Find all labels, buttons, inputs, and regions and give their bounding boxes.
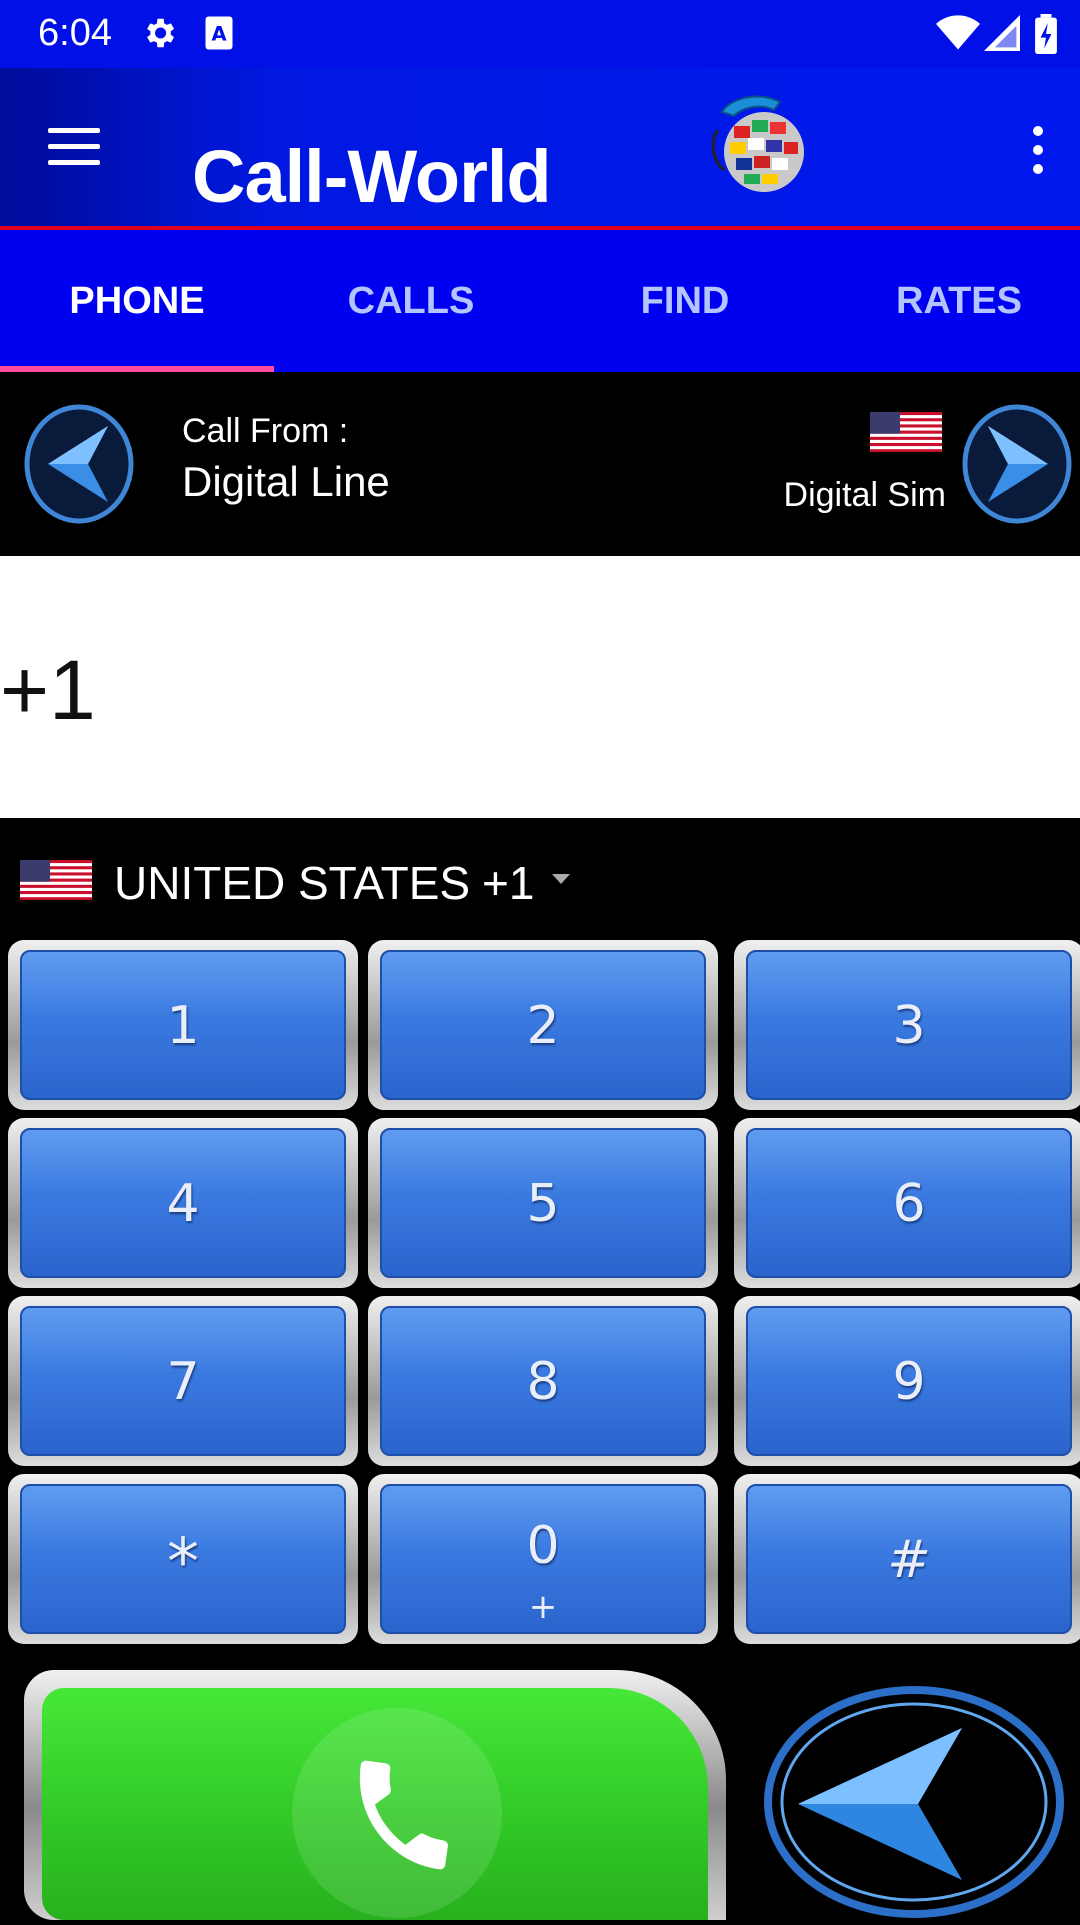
- key-label: 6: [892, 1174, 926, 1234]
- sim-label: Digital Sim: [783, 476, 946, 514]
- key-star[interactable]: *: [8, 1474, 358, 1644]
- key-label: 7: [166, 1352, 200, 1412]
- key-label: 2: [526, 996, 560, 1056]
- key-label: 3: [892, 996, 926, 1056]
- us-flag-icon: [870, 412, 942, 452]
- arrow-left-icon: [24, 404, 134, 524]
- key-hash[interactable]: #: [734, 1474, 1080, 1644]
- status-time: 6:04: [38, 12, 112, 54]
- arrow-right-icon: [962, 404, 1072, 524]
- battery-charging-icon: [1034, 14, 1058, 59]
- key-label: 4: [166, 1174, 200, 1234]
- next-line-button[interactable]: [960, 402, 1074, 526]
- key-1[interactable]: 1: [8, 940, 358, 1110]
- app-title: Call-World: [192, 135, 552, 218]
- backspace-button[interactable]: [762, 1684, 1066, 1920]
- tab-rates[interactable]: RATES: [822, 230, 1080, 372]
- key-label: *: [167, 1526, 199, 1600]
- country-selector[interactable]: UNITED STATES +1: [0, 818, 1080, 942]
- tab-phone[interactable]: PHONE: [0, 230, 274, 372]
- key-5[interactable]: 5: [368, 1118, 718, 1288]
- us-flag-icon: [20, 860, 92, 900]
- status-bar: 6:04 A: [0, 0, 1080, 68]
- country-code: +1: [482, 857, 535, 909]
- key-9[interactable]: 9: [734, 1296, 1080, 1466]
- key-label: 8: [526, 1352, 560, 1412]
- tab-find[interactable]: FIND: [548, 230, 822, 372]
- signal-icon: [984, 14, 1020, 57]
- font-a-icon: A: [204, 14, 234, 57]
- country-name: UNITED STATES: [114, 857, 471, 909]
- call-button[interactable]: [24, 1670, 726, 1920]
- call-from-value: Digital Line: [182, 458, 390, 505]
- call-from-label: Call From :: [182, 412, 349, 450]
- key-3[interactable]: 3: [734, 940, 1080, 1110]
- globe-phone-logo: [704, 90, 814, 200]
- key-0[interactable]: 0 +: [368, 1474, 718, 1644]
- hamburger-menu-icon[interactable]: [48, 128, 100, 168]
- key-2[interactable]: 2: [368, 940, 718, 1110]
- svg-text:A: A: [211, 23, 226, 46]
- call-from-bar: Call From : Digital Line Digital Sim: [0, 372, 1080, 556]
- dropdown-arrow-icon: [552, 874, 570, 884]
- tab-calls[interactable]: CALLS: [274, 230, 548, 372]
- key-8[interactable]: 8: [368, 1296, 718, 1466]
- key-label: 1: [166, 996, 200, 1056]
- key-4[interactable]: 4: [8, 1118, 358, 1288]
- more-vert-icon[interactable]: [1026, 126, 1050, 182]
- key-label: #: [887, 1530, 931, 1590]
- key-7[interactable]: 7: [8, 1296, 358, 1466]
- number-display[interactable]: +1: [0, 556, 1080, 818]
- key-label: 9: [892, 1352, 926, 1412]
- gear-icon: [140, 14, 178, 57]
- wifi-icon: [936, 14, 980, 57]
- key-label: 5: [526, 1174, 560, 1234]
- key-sublabel: +: [528, 1587, 558, 1627]
- previous-line-button[interactable]: [22, 402, 136, 526]
- key-6[interactable]: 6: [734, 1118, 1080, 1288]
- backspace-arrow-icon: [764, 1686, 1064, 1918]
- keypad: 1 2 3 4 5 6 7 8 9 * 0 + #: [0, 940, 1080, 1650]
- app-bar: Call-World: [0, 68, 1080, 230]
- phone-handset-icon: [359, 1760, 448, 1870]
- tab-bar: PHONE CALLS FIND RATES: [0, 230, 1080, 372]
- dialed-number: +1: [0, 643, 96, 737]
- key-label: 0: [526, 1516, 560, 1576]
